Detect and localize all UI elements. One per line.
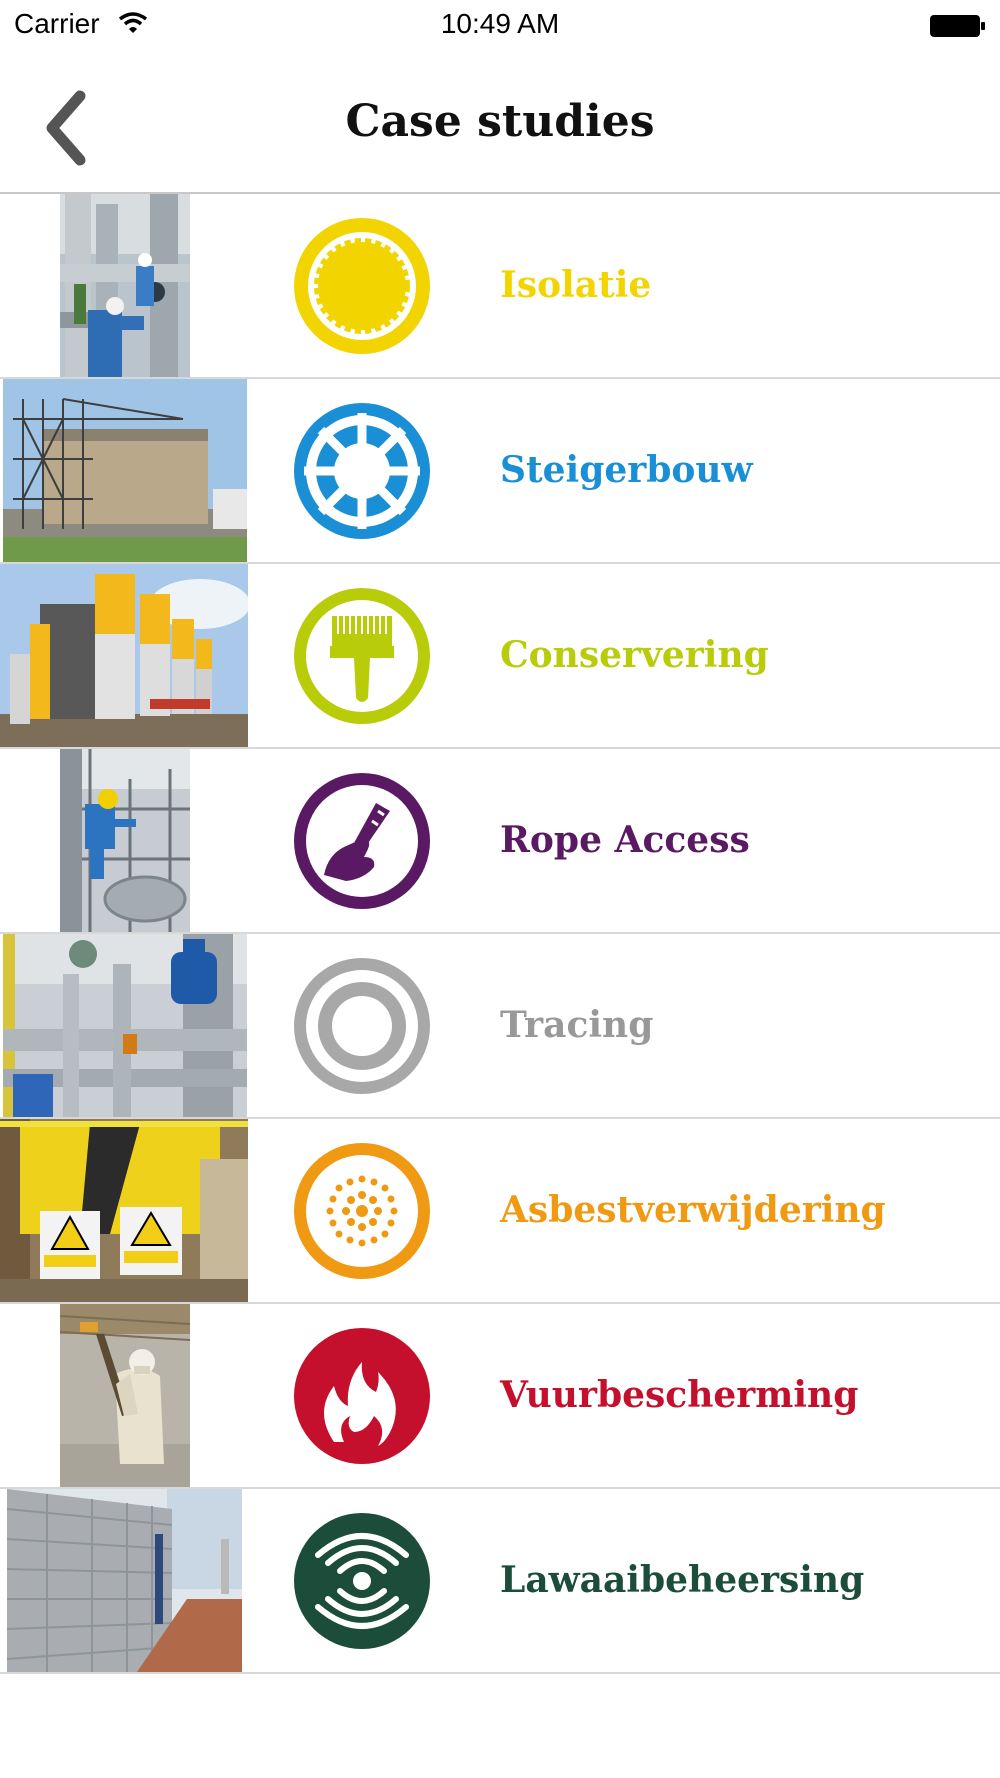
scaffolding-icon: [294, 403, 430, 539]
asbestos-signs-photo: [0, 1119, 248, 1302]
list-item-asbestverwijdering[interactable]: Asbestverwijdering: [0, 1119, 1000, 1304]
navigation-bar: Case studies: [0, 52, 1000, 192]
list-item-isolatie[interactable]: Isolatie: [0, 194, 1000, 379]
page-title: Case studies: [345, 96, 655, 147]
list-item-conservering[interactable]: Conservering: [0, 564, 1000, 749]
list-item-vuurbescherming[interactable]: Vuurbescherming: [0, 1304, 1000, 1489]
list-item-lawaaibeheersing[interactable]: Lawaaibeheersing: [0, 1489, 1000, 1674]
battery-icon: [930, 12, 986, 37]
item-label: Asbestverwijdering: [500, 1189, 886, 1231]
list-item-tracing[interactable]: Tracing: [0, 934, 1000, 1119]
status-time: 10:49 AM: [440, 8, 560, 39]
sound-waves-icon: [294, 1513, 430, 1649]
flame-icon: [294, 1328, 430, 1464]
item-label: Conservering: [500, 634, 769, 676]
tracing-rings-icon: [294, 958, 430, 1094]
pipe-workers-photo: [60, 194, 190, 377]
paint-brush-icon: [294, 588, 430, 724]
list-item-rope-access[interactable]: Rope Access: [0, 749, 1000, 934]
insulation-icon: [294, 218, 430, 354]
item-label: Isolatie: [500, 264, 652, 306]
item-label: Steigerbouw: [500, 449, 753, 491]
item-label: Rope Access: [500, 819, 750, 861]
rope-worker-photo: [60, 749, 190, 932]
status-bar: Carrier 10:49 AM: [0, 0, 1000, 52]
item-label: Tracing: [500, 1004, 654, 1046]
storage-tank-scaffold-photo: [3, 379, 247, 562]
valves-photo: [3, 934, 247, 1117]
rope-access-icon: [294, 773, 430, 909]
spray-worker-photo: [60, 1304, 190, 1487]
noise-wall-photo: [7, 1489, 242, 1672]
item-label: Vuurbescherming: [500, 1374, 859, 1416]
yellow-columns-photo: [0, 564, 248, 747]
case-studies-list: Isolatie Steigerbouw Conservering Rope A…: [0, 194, 1000, 1674]
item-label: Lawaaibeheersing: [500, 1559, 865, 1601]
asbestos-dots-icon: [294, 1143, 430, 1279]
list-item-steigerbouw[interactable]: Steigerbouw: [0, 379, 1000, 564]
